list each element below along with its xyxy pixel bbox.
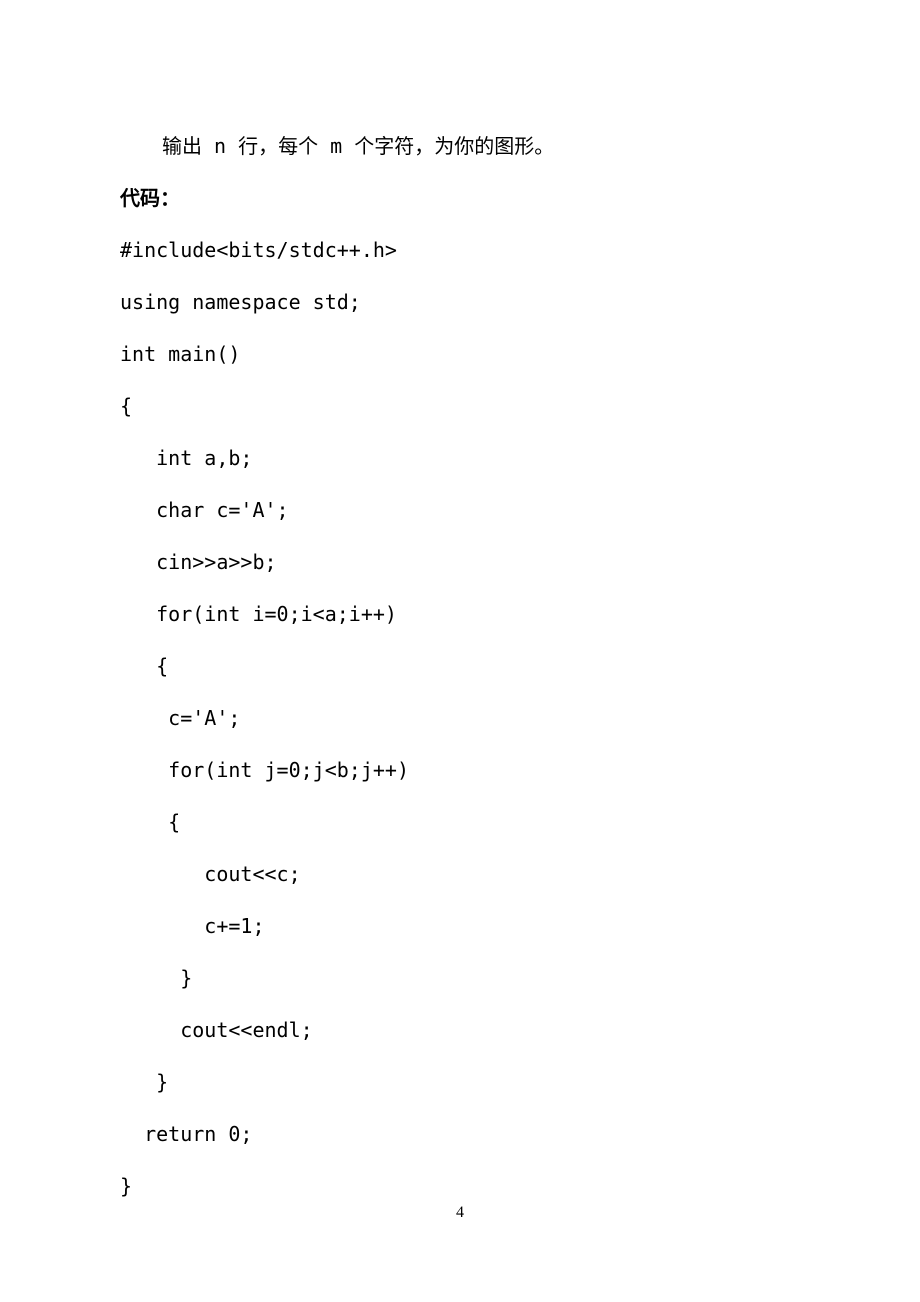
code-line: cout<<c;: [120, 848, 800, 900]
code-line: }: [120, 952, 800, 1004]
code-line: int main(): [120, 328, 800, 380]
code-line: cin>>a>>b;: [120, 536, 800, 588]
code-line: using namespace std;: [120, 276, 800, 328]
code-line: {: [120, 640, 800, 692]
code-line: {: [120, 380, 800, 432]
intro-text: 输出 n 行，每个 m 个字符，为你的图形。: [120, 120, 800, 172]
code-line: int a,b;: [120, 432, 800, 484]
page-number: 4: [0, 1204, 920, 1222]
code-line: char c='A';: [120, 484, 800, 536]
document-page: 输出 n 行，每个 m 个字符，为你的图形。 代码： #include<bits…: [0, 0, 920, 1212]
code-line: c+=1;: [120, 900, 800, 952]
code-line: for(int j=0;j<b;j++): [120, 744, 800, 796]
code-line: {: [120, 796, 800, 848]
code-line: return 0;: [120, 1108, 800, 1160]
code-line: c='A';: [120, 692, 800, 744]
code-heading: 代码：: [120, 172, 800, 224]
code-line: cout<<endl;: [120, 1004, 800, 1056]
code-line: #include<bits/stdc++.h>: [120, 224, 800, 276]
code-line: for(int i=0;i<a;i++): [120, 588, 800, 640]
code-line: }: [120, 1056, 800, 1108]
